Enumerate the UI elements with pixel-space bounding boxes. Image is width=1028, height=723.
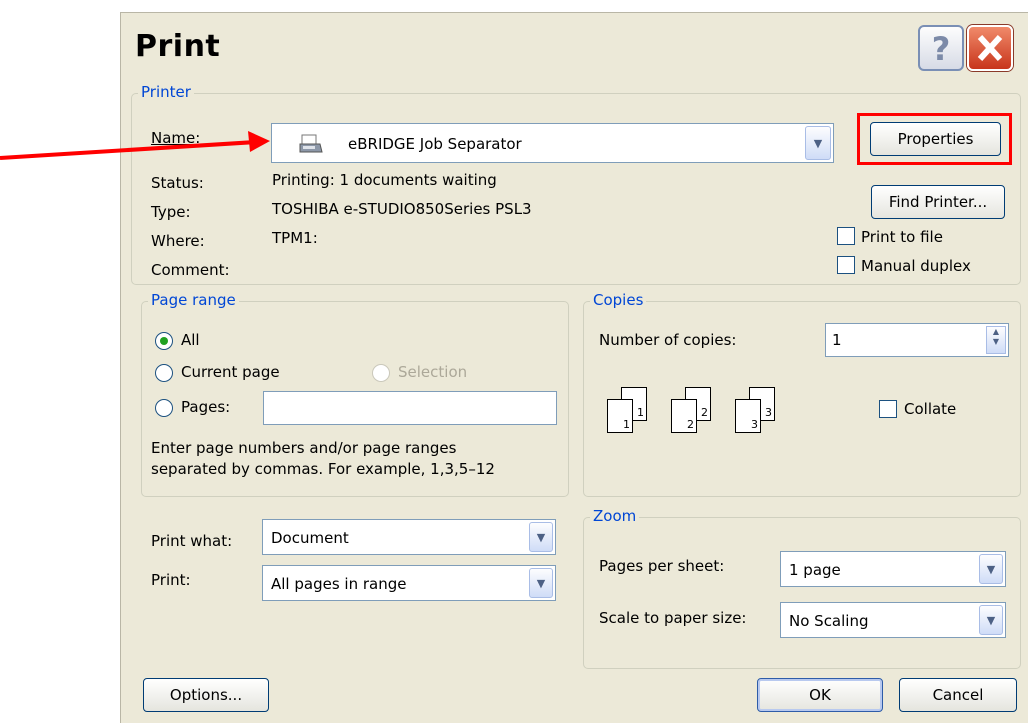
ok-button[interactable]: OK [757, 678, 883, 712]
pages-input[interactable] [263, 391, 557, 425]
printer-group-label: Printer [138, 83, 194, 101]
find-printer-button[interactable]: Find Printer... [871, 185, 1005, 219]
printer-where-label: Where: [151, 232, 205, 250]
chevron-down-icon[interactable]: ▼ [805, 126, 831, 160]
printer-name-value: eBRIDGE Job Separator [348, 135, 522, 153]
dialog-title: Print [135, 29, 221, 64]
spin-buttons-icon[interactable]: ▲ ▼ [986, 326, 1006, 354]
printer-type-label: Type: [151, 203, 191, 221]
print-to-file-label[interactable]: Print to file [861, 228, 943, 246]
selection-radio-label[interactable]: Selection [398, 363, 467, 381]
chevron-down-icon[interactable]: ▼ [529, 522, 553, 552]
current-page-radio[interactable] [155, 364, 173, 382]
printer-comment-label: Comment: [151, 261, 230, 279]
find-printer-button-label: Find Printer... [888, 193, 988, 211]
cancel-button-label: Cancel [932, 686, 984, 704]
help-button[interactable]: ? [918, 25, 964, 71]
printer-status-value: Printing: 1 documents waiting [272, 171, 497, 189]
all-radio[interactable] [155, 332, 173, 350]
manual-duplex-checkbox[interactable] [837, 256, 855, 274]
print-label: Print: [151, 571, 191, 589]
printer-name-select[interactable]: eBRIDGE Job Separator ▼ [271, 123, 834, 163]
print-what-select[interactable]: Document ▼ [262, 519, 556, 555]
number-of-copies-value: 1 [832, 331, 842, 349]
close-button[interactable] [967, 25, 1013, 71]
printer-where-value: TPM1: [272, 229, 318, 247]
cancel-button[interactable]: Cancel [899, 678, 1017, 712]
all-radio-label[interactable]: All [181, 331, 200, 349]
printer-type-value: TOSHIBA e-STUDIO850Series PSL3 [272, 200, 532, 218]
zoom-group: Zoom [583, 507, 1021, 669]
collate-label[interactable]: Collate [904, 400, 956, 418]
properties-button-label: Properties [897, 130, 974, 148]
page-range-hint-line1: Enter page numbers and/or page ranges [151, 439, 457, 457]
pages-radio-label[interactable]: Pages: [181, 398, 230, 416]
chevron-down-icon[interactable]: ▼ [979, 605, 1003, 635]
pages-per-sheet-label: Pages per sheet: [599, 557, 725, 575]
current-page-radio-label[interactable]: Current page [181, 363, 280, 381]
printer-status-label: Status: [151, 174, 204, 192]
number-of-copies-label: Number of copies: [599, 331, 737, 349]
collate-checkbox[interactable] [879, 400, 897, 418]
properties-button[interactable]: Properties [870, 122, 1001, 156]
page-icon-1-front: 1 [607, 399, 633, 433]
chevron-down-icon[interactable]: ▼ [529, 568, 553, 598]
print-to-file-checkbox[interactable] [837, 227, 855, 245]
title-bar: Print ? [121, 13, 1028, 79]
scale-to-paper-size-select[interactable]: No Scaling ▼ [780, 602, 1006, 638]
pages-per-sheet-value: 1 page [789, 561, 841, 579]
options-button-label: Options... [169, 686, 243, 704]
pages-per-sheet-select[interactable]: 1 page ▼ [780, 551, 1006, 587]
print-select[interactable]: All pages in range ▼ [262, 565, 556, 601]
zoom-group-label: Zoom [590, 507, 640, 525]
print-what-label: Print what: [151, 532, 233, 550]
collate-pages-icon: 1 1 2 2 3 3 [607, 387, 807, 467]
copies-group-label: Copies [590, 291, 647, 309]
chevron-down-icon[interactable]: ▼ [979, 554, 1003, 584]
page-range-hint-line2: separated by commas. For example, 1,3,5–… [151, 460, 495, 478]
close-icon [977, 34, 1003, 62]
scale-to-paper-size-label: Scale to paper size: [599, 609, 747, 627]
page-icon-3-front: 3 [735, 399, 761, 433]
printer-name-label: Name: [151, 129, 201, 147]
ok-button-label: OK [809, 686, 831, 704]
print-value: All pages in range [271, 575, 407, 593]
selection-radio[interactable] [372, 364, 390, 382]
manual-duplex-label[interactable]: Manual duplex [861, 257, 971, 275]
page-icon-2-front: 2 [671, 399, 697, 433]
number-of-copies-input[interactable]: 1 ▲ ▼ [825, 323, 1009, 357]
pages-radio[interactable] [155, 399, 173, 417]
print-what-value: Document [271, 529, 349, 547]
printer-icon [299, 134, 323, 153]
page-range-group-label: Page range [148, 291, 239, 309]
scale-to-paper-size-value: No Scaling [789, 612, 869, 630]
options-button[interactable]: Options... [143, 678, 269, 712]
print-dialog: Print ? Printer Name: eBRIDGE Job Separa… [120, 12, 1028, 723]
